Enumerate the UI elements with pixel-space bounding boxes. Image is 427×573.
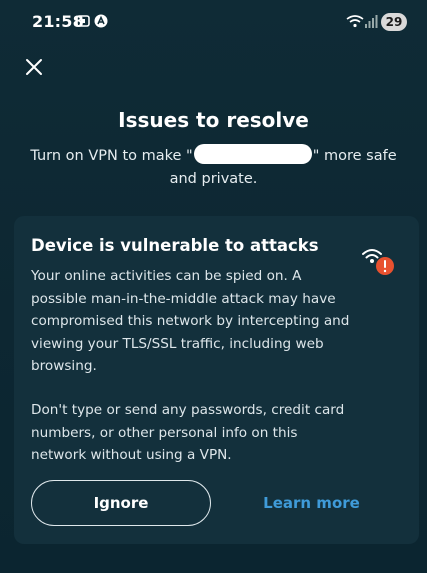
close-button[interactable] [22,55,46,79]
subtitle-prefix: Turn on VPN to make " [30,148,193,164]
battery-icon: 29 [381,13,407,31]
close-icon [26,59,42,75]
issue-advice: Don't type or send any passwords, credit… [31,402,345,463]
status-bar: 21:58 29 [0,0,427,44]
issue-title: Device is vulnerable to attacks [31,236,319,255]
signal-icon [364,13,378,32]
issue-card: Device is vulnerable to attacks Your onl… [14,216,419,544]
ignore-button[interactable]: Ignore [31,480,211,526]
screenshot-icon [76,13,90,32]
wifi-warning-icon [361,244,395,278]
page-title: Issues to resolve [118,108,309,132]
page-subtitle: Turn on VPN to make " " more safe and pri… [28,144,399,191]
app-notification-icon [94,13,108,32]
redacted-network-name [193,144,312,164]
learn-more-link[interactable]: Learn more [259,494,364,512]
issue-description: Your online activities can be spied on. … [31,268,350,374]
wifi-icon [346,13,364,32]
